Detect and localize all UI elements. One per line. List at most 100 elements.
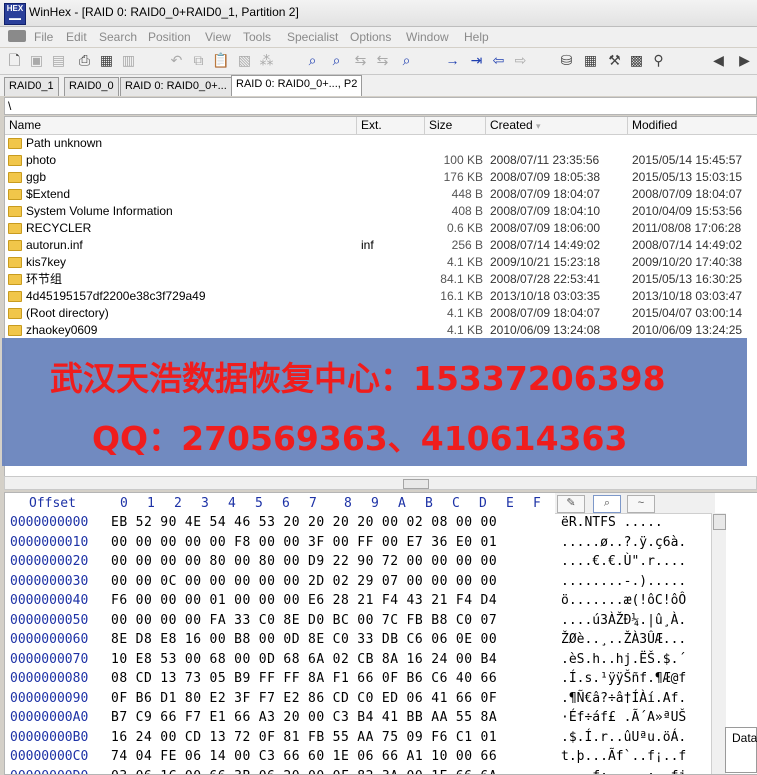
magnifier-icon[interactable]: ⚲ bbox=[650, 52, 667, 69]
file-row[interactable]: 4d45195157df2200e38c3f729a4916.1 KB2013/… bbox=[5, 288, 757, 305]
file-row[interactable]: Path unknown bbox=[5, 135, 757, 152]
hex-ascii[interactable]: .$.Í.r..ûUªu.öÁ. bbox=[561, 728, 686, 747]
hex-bytes[interactable]: B7 C9 66 F7 E1 66 A3 20 00 C3 B4 41 BB A… bbox=[111, 708, 497, 727]
scroll-right-icon[interactable]: ▶ bbox=[736, 52, 753, 69]
print-icon[interactable]: ⎙ bbox=[76, 52, 93, 69]
menu-position[interactable]: Position bbox=[148, 30, 191, 44]
hex-bytes[interactable]: 00 00 00 00 80 00 80 00 D9 22 90 72 00 0… bbox=[111, 552, 497, 571]
hex-bytes[interactable]: 8E D8 E8 16 00 B8 00 0D 8E C0 33 DB C6 0… bbox=[111, 630, 497, 649]
binary-icon[interactable]: ⁂ bbox=[258, 52, 275, 69]
hex-bytes[interactable]: 0F B6 D1 80 E2 3F F7 E2 86 CD C0 ED 06 4… bbox=[111, 689, 497, 708]
hex-column-header: 1 bbox=[147, 496, 155, 511]
hex-bytes[interactable]: 00 00 0C 00 00 00 00 00 2D 02 29 07 00 0… bbox=[111, 572, 497, 591]
file-row[interactable]: (Root directory)4.1 KB2008/07/09 18:04:0… bbox=[5, 305, 757, 322]
file-row[interactable]: RECYCLER0.6 KB2008/07/09 18:06:002011/08… bbox=[5, 220, 757, 237]
text-mode-icon[interactable]: ✎ bbox=[557, 495, 585, 513]
vscroll-thumb[interactable] bbox=[713, 514, 726, 530]
back-icon[interactable]: ⇦ bbox=[490, 52, 507, 69]
file-row[interactable]: zhaokey06094.1 KB2010/06/09 13:24:082010… bbox=[5, 322, 757, 339]
hex-bytes[interactable]: 74 04 FE 06 14 00 C3 66 60 1E 06 66 A1 1… bbox=[111, 747, 497, 766]
hex-ascii[interactable]: ëR.NTFS ..... bbox=[561, 513, 663, 532]
hex-ascii[interactable]: .Í.s.¹ÿÿŠñf.¶Æ@f bbox=[561, 669, 686, 688]
menu-specialist[interactable]: Specialist bbox=[287, 30, 338, 44]
file-row[interactable]: $Extend448 B2008/07/09 18:04:072008/07/0… bbox=[5, 186, 757, 203]
hex-ascii[interactable]: ....ú3ÀŽÐ¼.|û¸À. bbox=[561, 611, 686, 630]
hex-bytes[interactable]: 00 00 00 00 FA 33 C0 8E D0 BC 00 7C FB B… bbox=[111, 611, 497, 630]
open-icon[interactable]: ▣ bbox=[28, 52, 45, 69]
menu-file[interactable]: File bbox=[34, 30, 53, 44]
file-row[interactable]: ggb176 KB2008/07/09 18:05:382015/05/13 1… bbox=[5, 169, 757, 186]
file-row[interactable]: 环节组84.1 KB2008/07/28 22:53:412015/05/13 … bbox=[5, 271, 757, 288]
replace-hex-icon[interactable]: ⇆ bbox=[374, 52, 391, 69]
column-modified[interactable]: Modified bbox=[628, 117, 757, 134]
hex-vscroll[interactable] bbox=[711, 513, 726, 774]
find-text-icon[interactable]: ⌕ bbox=[304, 52, 321, 69]
menu-edit[interactable]: Edit bbox=[66, 30, 87, 44]
hex-bytes[interactable]: 03 06 1C 00 66 3B 06 20 00 0F 82 3A 00 1… bbox=[111, 767, 497, 775]
file-row[interactable]: System Volume Information408 B2008/07/09… bbox=[5, 203, 757, 220]
open-disk-icon[interactable]: ⛁ bbox=[558, 52, 575, 69]
ram-editor-icon[interactable]: ▦ bbox=[582, 52, 599, 69]
hex-ascii[interactable]: .¶Ñ€â?÷â†ÍÀí.Af. bbox=[561, 689, 686, 708]
tab-raid0-partition2[interactable]: RAID 0: RAID0_0+..., P2 bbox=[231, 75, 362, 96]
hex-bytes[interactable]: 00 00 00 00 00 F8 00 00 3F 00 FF 00 E7 3… bbox=[111, 533, 497, 552]
hex-ascii[interactable]: ........-.)..... bbox=[561, 572, 686, 591]
menu-view[interactable]: View bbox=[205, 30, 231, 44]
write-icon[interactable]: ▧ bbox=[236, 52, 253, 69]
copy-icon[interactable]: ⧉ bbox=[190, 52, 207, 69]
menu-tools[interactable]: Tools bbox=[243, 30, 271, 44]
hex-ascii[interactable]: ....f;. ..‚:..fj bbox=[561, 767, 686, 775]
undo-icon[interactable]: ↶ bbox=[168, 52, 185, 69]
disk-icon[interactable] bbox=[8, 30, 26, 42]
menu-search[interactable]: Search bbox=[99, 30, 137, 44]
hex-editor: Offset 0123456789ABCDEF ✎ ⌕ ~ 0000000000… bbox=[4, 492, 757, 775]
hex-bytes[interactable]: F6 00 00 00 01 00 00 00 E6 28 21 F4 43 2… bbox=[111, 591, 497, 610]
file-row[interactable]: autorun.infinf256 B2008/07/14 14:49:0220… bbox=[5, 237, 757, 254]
search-mode-icon[interactable]: ⌕ bbox=[593, 495, 621, 513]
hex-ascii[interactable]: ö.......æ(!ôC!ôÔ bbox=[561, 591, 686, 610]
column-ext[interactable]: Ext. bbox=[357, 117, 425, 134]
hex-ascii[interactable]: ·Éf÷áf£ .Ã´A»ªUŠ bbox=[561, 708, 686, 727]
save-icon[interactable]: ▤ bbox=[50, 52, 67, 69]
new-file-icon[interactable]: 🗋 bbox=[6, 52, 23, 69]
menu-window[interactable]: Window bbox=[406, 30, 449, 44]
menu-options[interactable]: Options bbox=[350, 30, 391, 44]
properties-icon[interactable]: ▦ bbox=[98, 52, 115, 69]
hex-ascii[interactable]: ŽØè..¸..ŽÀ3ÛÆ... bbox=[561, 630, 686, 649]
tool-icon[interactable]: ⚒ bbox=[606, 52, 623, 69]
hex-bytes[interactable]: 08 CD 13 73 05 B9 FF FF 8A F1 66 0F B6 C… bbox=[111, 669, 497, 688]
scroll-left-icon[interactable]: ◀ bbox=[710, 52, 727, 69]
hex-bytes[interactable]: EB 52 90 4E 54 46 53 20 20 20 20 00 02 0… bbox=[111, 513, 497, 532]
find-again-icon[interactable]: ⌕ bbox=[398, 52, 415, 69]
column-name[interactable]: Name bbox=[5, 117, 357, 134]
forward-icon[interactable]: ⇨ bbox=[512, 52, 529, 69]
file-name: kis7key bbox=[26, 254, 66, 271]
paste-icon[interactable]: 📋 bbox=[212, 52, 229, 69]
hex-ascii[interactable]: .....ø..?.ÿ.ç6à. bbox=[561, 533, 686, 552]
replace-text-icon[interactable]: ⇆ bbox=[352, 52, 369, 69]
file-row[interactable]: photo100 KB2008/07/11 23:35:562015/05/14… bbox=[5, 152, 757, 169]
hscroll-thumb[interactable] bbox=[403, 479, 429, 489]
column-created[interactable]: Created ▾ bbox=[486, 117, 628, 134]
file-row[interactable]: kis7key4.1 KB2009/10/21 15:23:182009/10/… bbox=[5, 254, 757, 271]
save-all-icon[interactable]: ▥ bbox=[120, 52, 137, 69]
hex-ascii[interactable]: .èS.h..hj.ËŠ.$.´ bbox=[561, 650, 686, 669]
hex-offset: 00000000A0 bbox=[10, 708, 88, 727]
file-list-hscroll[interactable] bbox=[4, 476, 757, 490]
tab-raid0-combined[interactable]: RAID 0: RAID0_0+... bbox=[120, 77, 232, 96]
hex-offset: 0000000080 bbox=[10, 669, 88, 688]
tab-raid0-1[interactable]: RAID0_1 bbox=[4, 77, 59, 96]
hex-ascii[interactable]: ....€.€.Ù".r.... bbox=[561, 552, 686, 571]
column-size[interactable]: Size bbox=[425, 117, 486, 134]
find-hex-icon[interactable]: ⌕ bbox=[328, 52, 345, 69]
calculator-icon[interactable]: ▩ bbox=[628, 52, 645, 69]
menu-help[interactable]: Help bbox=[464, 30, 489, 44]
folder-icon bbox=[8, 274, 22, 285]
hex-bytes[interactable]: 10 E8 53 00 68 00 0D 68 6A 02 CB 8A 16 2… bbox=[111, 650, 497, 669]
tab-raid0-0[interactable]: RAID0_0 bbox=[64, 77, 119, 96]
hex-bytes[interactable]: 16 24 00 CD 13 72 0F 81 FB 55 AA 75 09 F… bbox=[111, 728, 497, 747]
wave-mode-icon[interactable]: ~ bbox=[627, 495, 655, 513]
goto-sector-icon[interactable]: ⇥ bbox=[468, 52, 485, 69]
goto-offset-icon[interactable]: → bbox=[444, 52, 461, 69]
hex-ascii[interactable]: t.þ...Ãf`..f¡..f bbox=[561, 747, 686, 766]
